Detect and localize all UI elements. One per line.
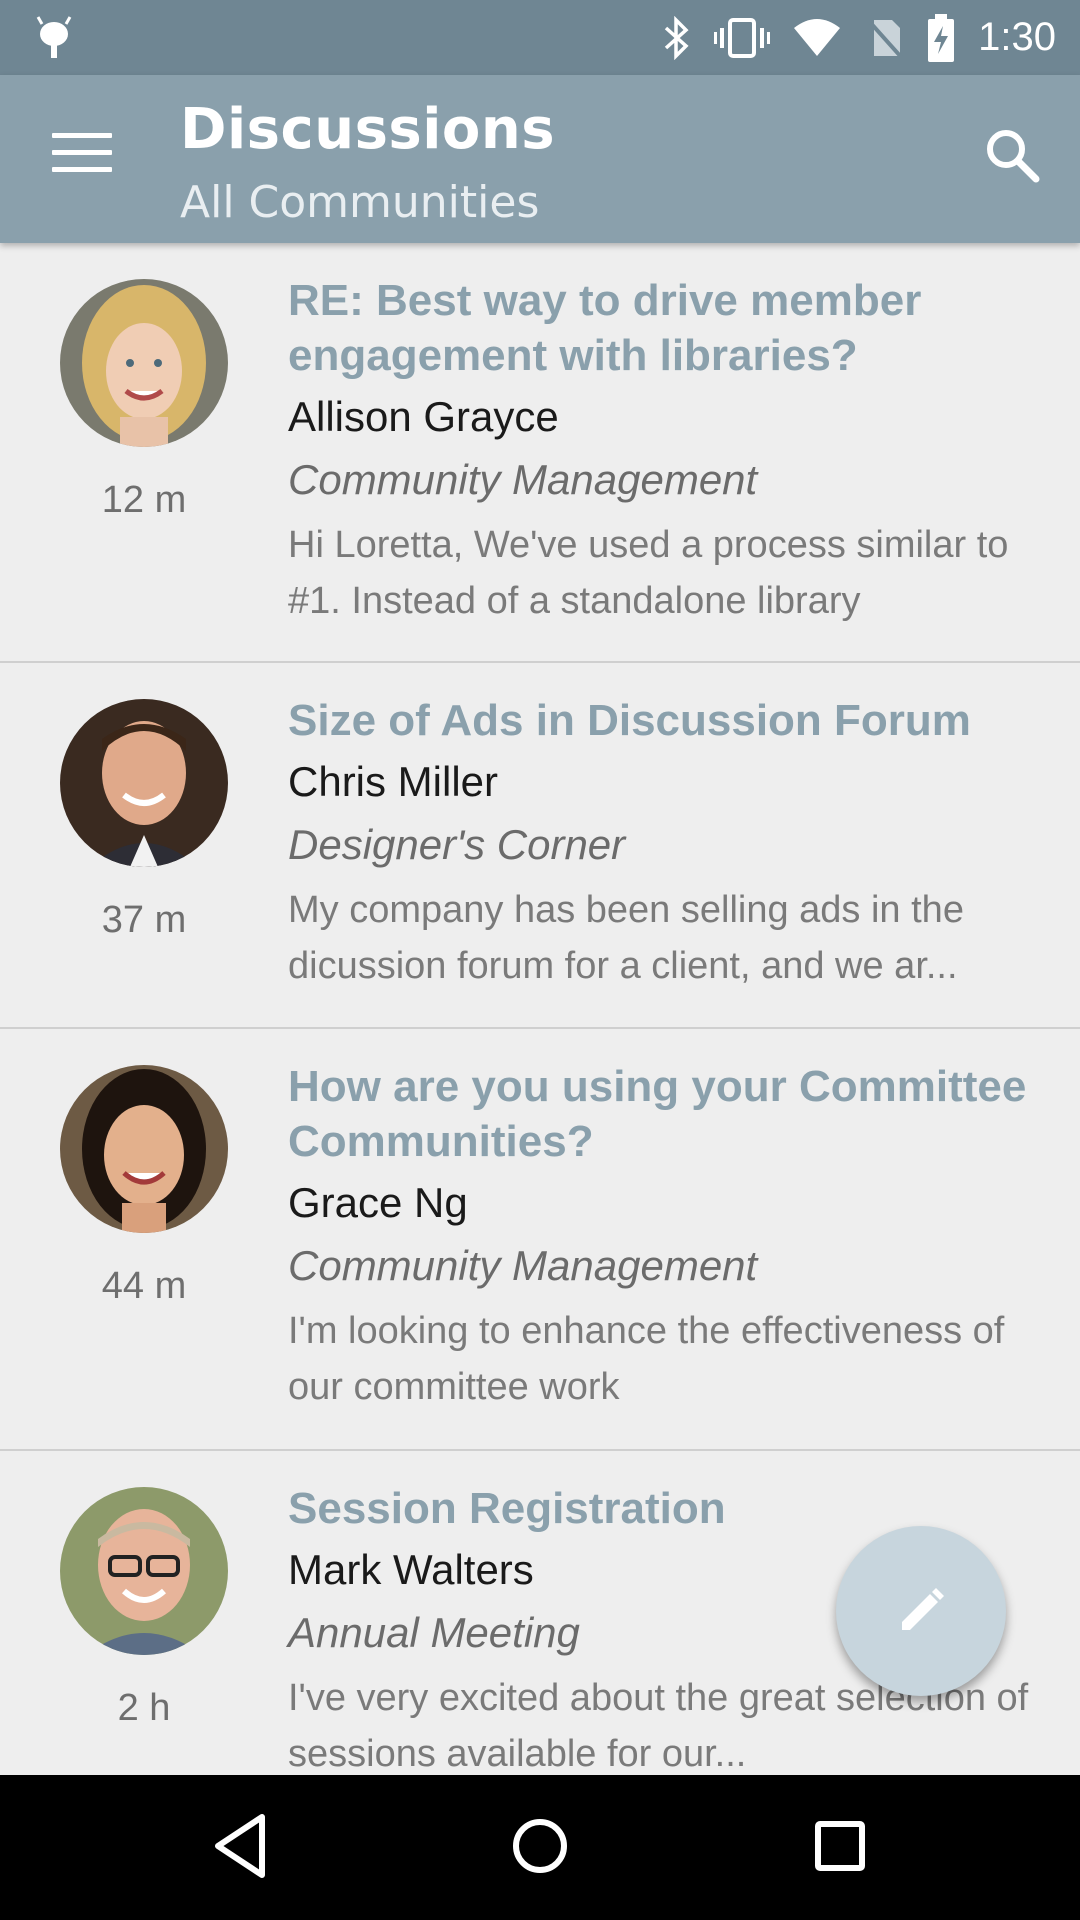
search-icon[interactable] xyxy=(982,125,1042,185)
status-time: 1:30 xyxy=(978,15,1056,59)
discussion-item[interactable]: 44 m How are you using your Committee Co… xyxy=(0,1029,1080,1451)
community-name: Designer's Corner xyxy=(288,821,626,868)
back-icon[interactable] xyxy=(210,1811,270,1881)
post-time: 44 m xyxy=(101,1265,187,1307)
author-name: Grace Ng xyxy=(288,1179,468,1226)
page-subtitle[interactable]: All Communities xyxy=(180,177,539,228)
no-sim-icon xyxy=(866,18,904,59)
wifi-icon xyxy=(794,18,841,56)
avatar xyxy=(60,1065,228,1233)
discussion-snippet: My company has been selling ads in the d… xyxy=(288,889,964,987)
discussion-subject[interactable]: How are you using your Committee Communi… xyxy=(288,1059,1040,1169)
discussion-item[interactable]: 37 m Size of Ads in Discussion Forum Chr… xyxy=(0,663,1080,1029)
app-bar: Discussions All Communities xyxy=(0,75,1080,243)
avatar xyxy=(60,1487,228,1655)
discussion-snippet: Hi Loretta, We've used a process similar… xyxy=(288,524,1009,622)
home-icon[interactable] xyxy=(512,1811,568,1881)
discussion-snippet: I'm looking to enhance the effectiveness… xyxy=(288,1310,1005,1408)
post-time: 12 m xyxy=(101,479,187,521)
avatar xyxy=(60,279,228,447)
avatar xyxy=(60,699,228,867)
android-debug-icon xyxy=(36,16,72,58)
discussion-item[interactable]: 12 m RE: Best way to drive member engage… xyxy=(0,243,1080,663)
discussion-subject[interactable]: RE: Best way to drive member engagement … xyxy=(288,273,1040,383)
post-time: 2 h xyxy=(117,1687,171,1729)
bluetooth-icon xyxy=(664,15,689,60)
post-time: 37 m xyxy=(101,899,187,941)
page-title: Discussions xyxy=(180,97,556,162)
community-name: Community Management xyxy=(288,456,758,503)
recents-icon[interactable] xyxy=(815,1821,865,1871)
discussion-subject[interactable]: Size of Ads in Discussion Forum xyxy=(288,693,1040,748)
navigation-bar xyxy=(0,1775,1080,1920)
battery-charging-icon xyxy=(928,13,955,62)
community-name: Community Management xyxy=(288,1242,758,1289)
author-name: Allison Grayce xyxy=(288,393,559,440)
new-discussion-button[interactable] xyxy=(836,1526,1006,1696)
menu-icon[interactable] xyxy=(52,133,112,179)
vibrate-icon xyxy=(714,17,771,58)
status-bar: 1:30 xyxy=(0,0,1080,75)
pencil-icon xyxy=(902,1588,944,1630)
author-name: Chris Miller xyxy=(288,758,498,805)
